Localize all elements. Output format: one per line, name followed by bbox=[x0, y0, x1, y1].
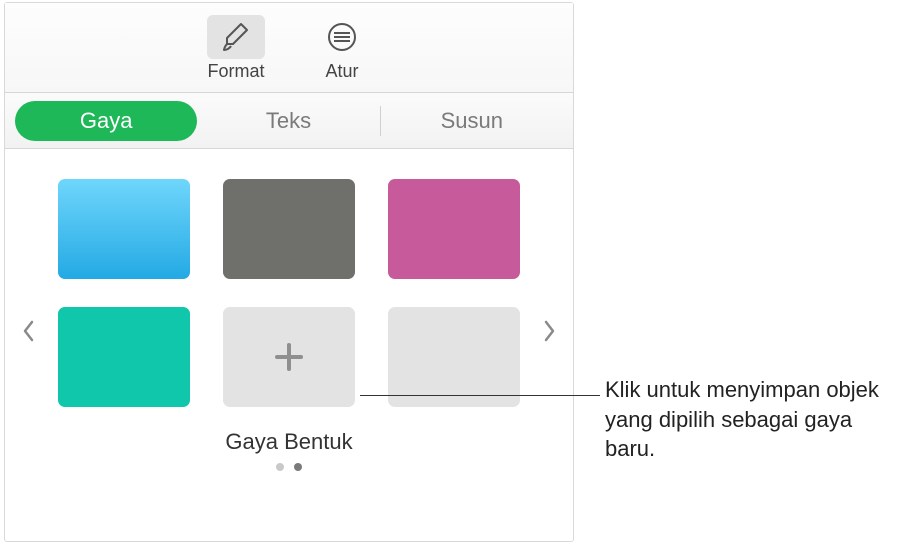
shape-styles-grid bbox=[53, 179, 525, 407]
format-button[interactable]: Format bbox=[197, 11, 275, 86]
tabs: Gaya Teks Susun bbox=[5, 93, 573, 149]
format-label: Format bbox=[207, 61, 264, 82]
paintbrush-icon bbox=[219, 20, 253, 54]
toolbar: Format Atur bbox=[5, 3, 573, 93]
page-dot-2[interactable] bbox=[294, 463, 302, 471]
format-panel: Format Atur Gaya Teks Susun bbox=[4, 2, 574, 542]
chevron-left-icon bbox=[21, 319, 35, 343]
style-swatch-gray[interactable] bbox=[223, 179, 355, 279]
plus-icon bbox=[269, 337, 309, 377]
format-icon-wrap bbox=[207, 15, 265, 59]
shape-styles-section: Gaya Bentuk bbox=[5, 149, 573, 541]
prev-page-arrow[interactable] bbox=[13, 319, 43, 350]
callout-text: Klik untuk menyimpan objek yang dipilih … bbox=[605, 375, 885, 464]
tab-arrange[interactable]: Susun bbox=[381, 101, 563, 141]
shape-styles-label: Gaya Bentuk bbox=[53, 429, 525, 455]
arrange-icon-wrap bbox=[313, 15, 371, 59]
chevron-right-icon bbox=[543, 319, 557, 343]
add-style-button[interactable] bbox=[223, 307, 355, 407]
page-dots bbox=[53, 463, 525, 471]
callout-line bbox=[360, 395, 600, 396]
style-swatch-blue[interactable] bbox=[58, 179, 190, 279]
next-page-arrow[interactable] bbox=[535, 319, 565, 350]
page-dot-1[interactable] bbox=[276, 463, 284, 471]
tab-style[interactable]: Gaya bbox=[15, 101, 197, 141]
arrange-button[interactable]: Atur bbox=[303, 11, 381, 86]
style-swatch-pink[interactable] bbox=[388, 179, 520, 279]
tab-text[interactable]: Teks bbox=[197, 101, 379, 141]
style-swatch-teal[interactable] bbox=[58, 307, 190, 407]
arrange-label: Atur bbox=[325, 61, 358, 82]
arrange-icon bbox=[325, 20, 359, 54]
style-swatch-empty[interactable] bbox=[388, 307, 520, 407]
